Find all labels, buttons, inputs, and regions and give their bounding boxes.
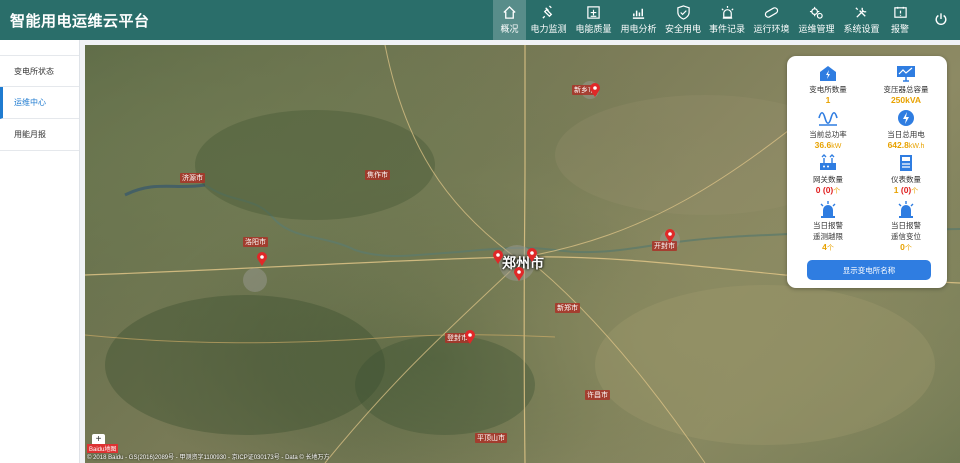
nav-item-overview[interactable]: 概况: [493, 0, 526, 40]
substation-icon: [820, 66, 836, 81]
siren-icon: [898, 201, 914, 218]
home-icon: [503, 5, 516, 19]
gateway-icon: [820, 154, 836, 170]
stat-label: 变压器总容量: [883, 85, 929, 94]
substation-pin[interactable]: [465, 330, 475, 344]
stat-unit: 个: [911, 188, 919, 195]
siren-icon: [820, 201, 836, 218]
stat-unit: 个: [833, 188, 841, 195]
nav-label: 系统设置: [843, 24, 880, 34]
waveform-icon: [818, 111, 838, 126]
logout-button[interactable]: [930, 8, 952, 30]
quality-icon: [587, 6, 600, 19]
gears-icon: [809, 6, 823, 19]
substation-pin[interactable]: [590, 83, 600, 97]
stat-value: 36.6: [814, 140, 832, 150]
nav-label: 事件记录: [708, 24, 745, 34]
alert-box-icon: [893, 6, 907, 18]
stat-label: 仪表数量: [891, 175, 921, 184]
nav-label: 运维管理: [798, 24, 835, 34]
plug-icon: [542, 5, 553, 19]
power-icon: [935, 13, 947, 26]
stat-daily-telemetry-alarm: 当日报警 遥测越限 4个: [789, 200, 867, 253]
substation-pin[interactable]: [257, 252, 267, 266]
nav-item-usage-analysis[interactable]: 用电分析: [616, 0, 661, 40]
stat-offline-count: (0): [900, 185, 912, 195]
stat-value: 1: [825, 95, 831, 105]
city-label: 新郑市: [555, 303, 580, 313]
stat-value: 0: [815, 185, 821, 195]
stat-value: 642.8: [887, 140, 909, 150]
city-label: 焦作市: [365, 170, 390, 180]
stat-meter-count: 仪表数量 1 (0)个: [867, 154, 945, 196]
stat-unit: 个: [826, 245, 834, 252]
show-substation-names-button[interactable]: 显示变电所名称: [807, 260, 931, 280]
stat-unit: 个: [904, 245, 912, 252]
stat-unit: kW.h: [908, 143, 925, 150]
substation-pin[interactable]: [493, 250, 503, 264]
stat-daily-telesignal-alarm: 当日报警 遥信变位 0个: [867, 200, 945, 253]
map-copyright: © 2018 Baidu - GS(2016)2089号 - 甲测资字11009…: [87, 455, 330, 461]
nav-label: 电能质量: [575, 24, 612, 34]
stat-label: 遥信变位: [891, 232, 921, 241]
substation-pin[interactable]: [527, 248, 537, 262]
nav-label: 电力监测: [530, 24, 567, 34]
nav-label: 运行环境: [753, 24, 790, 34]
sidebar-item-ops-center[interactable]: 运维中心: [0, 87, 79, 119]
meter-icon: [900, 155, 912, 171]
monitor-icon: [897, 66, 915, 82]
sidebar: 变电所状态 运维中心 用能月报: [0, 40, 80, 463]
stat-offline-count: (0): [822, 185, 834, 195]
stat-transformer-capacity: 变压器总容量 250kVA: [867, 64, 945, 105]
pill-icon: [764, 7, 779, 18]
city-label: 洛阳市: [243, 237, 268, 247]
stat-daily-energy: 当日总用电 642.8kW.h: [867, 109, 945, 150]
main-nav: 概况 电力监测 电能质量 用电分析 安全用电 事件记录 运行环境 运维管理 系统…: [493, 0, 916, 40]
nav-label: 概况: [500, 24, 519, 34]
substation-pin[interactable]: [665, 229, 675, 243]
stat-label: 当日报警: [813, 221, 843, 230]
stat-unit: kW: [831, 143, 842, 150]
sidebar-item-substation-status[interactable]: 变电所状态: [0, 55, 79, 87]
stat-label: 网关数量: [813, 175, 843, 184]
stat-value: 250kVA: [890, 95, 922, 105]
stat-label: 遥测越限: [813, 232, 843, 241]
tools-icon: [855, 7, 867, 18]
city-label: 济源市: [180, 173, 205, 183]
substation-pin[interactable]: [514, 267, 524, 281]
stat-total-power: 当前总功率 36.6kW: [789, 109, 867, 150]
nav-item-power-quality[interactable]: 电能质量: [571, 0, 616, 40]
nav-item-alarm[interactable]: 报警: [884, 0, 916, 40]
alarm-light-icon: [720, 5, 734, 19]
sidebar-item-monthly-report[interactable]: 用能月报: [0, 119, 79, 151]
stat-label: 变电所数量: [809, 85, 847, 94]
lightning-icon: [898, 110, 914, 126]
nav-item-system-settings[interactable]: 系统设置: [839, 0, 884, 40]
nav-item-environment[interactable]: 运行环境: [749, 0, 794, 40]
nav-item-maintenance[interactable]: 运维管理: [794, 0, 839, 40]
stat-value: 1: [893, 185, 899, 195]
nav-item-event-log[interactable]: 事件记录: [705, 0, 749, 40]
app-title: 智能用电运维云平台: [10, 13, 150, 30]
nav-item-safe-usage[interactable]: 安全用电: [661, 0, 705, 40]
top-bar: 智能用电运维云平台 概况 电力监测 电能质量 用电分析 安全用电 事件记录 运行…: [0, 0, 960, 40]
nav-label: 用电分析: [620, 24, 657, 34]
city-label: 平顶山市: [475, 433, 507, 443]
shield-icon: [676, 5, 690, 20]
bar-chart-icon: [632, 8, 645, 19]
stat-substation-count: 变电所数量 1: [789, 64, 867, 105]
nav-label: 报警: [890, 24, 909, 34]
nav-item-power-monitoring[interactable]: 电力监测: [526, 0, 571, 40]
stat-label: 当日总用电: [887, 130, 925, 139]
nav-label: 安全用电: [664, 24, 701, 34]
stat-label: 当日报警: [891, 221, 921, 230]
stat-gateway-count: 网关数量 0 (0)个: [789, 154, 867, 196]
city-label: 许昌市: [585, 390, 610, 400]
stat-label: 当前总功率: [809, 130, 847, 139]
stats-panel: 变电所数量 1 变压器总容量 250kVA 当前总功率 36.6kW 当日总用电…: [787, 56, 947, 288]
